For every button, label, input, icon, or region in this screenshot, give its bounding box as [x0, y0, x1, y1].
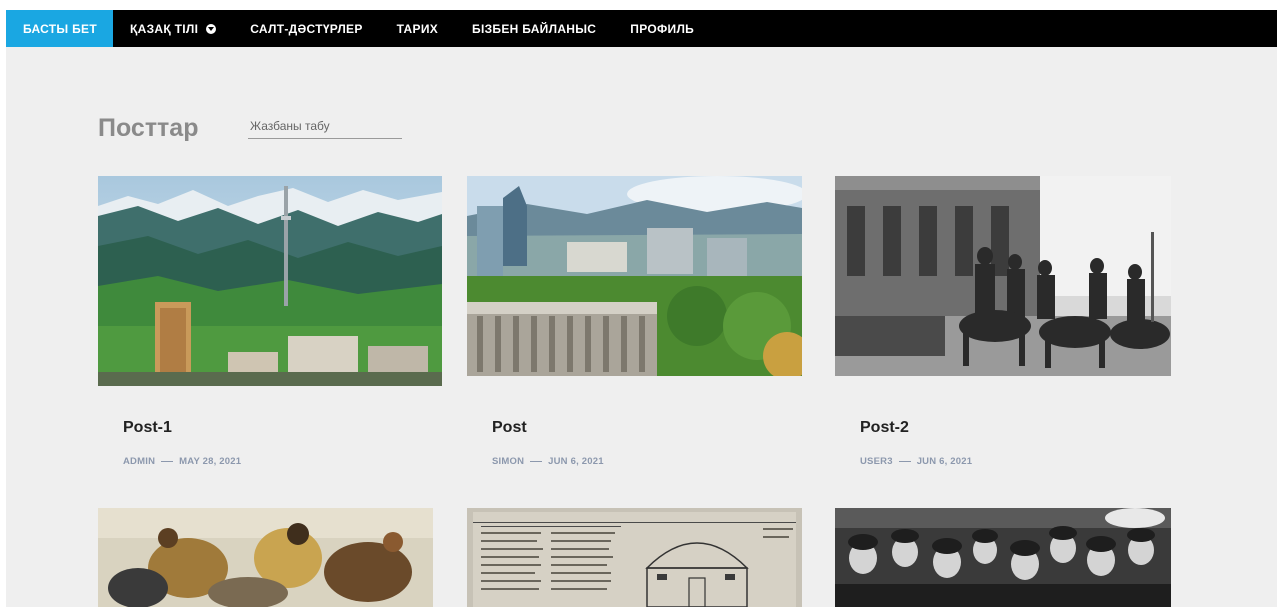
crowd-photo-image: [835, 508, 1171, 607]
post-title-3[interactable]: Post-2: [860, 419, 909, 437]
main-nav: БАСТЫ БЕТ ҚАЗАҚ ТІЛІ САЛТ-ДӘСТҮРЛЕР ТАРИ…: [6, 10, 1277, 47]
post-meta-2: SIMON JUN 6, 2021: [492, 456, 604, 467]
nav-item-contact[interactable]: БІЗБЕН БАЙЛАНЫС: [455, 10, 613, 47]
almaty-mountains-image: [98, 176, 442, 386]
nav-item-label: БАСТЫ БЕТ: [23, 21, 97, 36]
post-author[interactable]: SIMON: [492, 456, 524, 467]
page-frame: БАСТЫ БЕТ ҚАЗАҚ ТІЛІ САЛТ-ДӘСТҮРЛЕР ТАРИ…: [6, 10, 1277, 607]
meta-separator: [898, 460, 911, 462]
post-title-2[interactable]: Post: [492, 419, 527, 437]
nav-item-home[interactable]: БАСТЫ БЕТ: [6, 10, 113, 47]
battle-painting-image: [98, 508, 433, 607]
post-thumbnail-5[interactable]: [467, 508, 802, 607]
nav-item-history[interactable]: ТАРИХ: [380, 10, 455, 47]
post-date: MAY 28, 2021: [179, 456, 242, 467]
nav-item-label: ПРОФИЛЬ: [630, 21, 695, 36]
post-meta-3: USER3 JUN 6, 2021: [860, 456, 972, 467]
nav-item-label: БІЗБЕН БАЙЛАНЫС: [472, 21, 597, 36]
post-author[interactable]: USER3: [860, 456, 893, 467]
post-author[interactable]: ADMIN: [123, 456, 155, 467]
nav-item-label: ТАРИХ: [396, 21, 439, 36]
historic-cavalry-image: [835, 176, 1171, 376]
post-meta-1: ADMIN MAY 28, 2021: [123, 456, 241, 467]
post-thumbnail-3[interactable]: [835, 176, 1171, 376]
page-title: Посттар: [98, 114, 199, 142]
nav-item-traditions[interactable]: САЛТ-ДӘСТҮРЛЕР: [233, 10, 379, 47]
meta-separator: [161, 460, 174, 462]
post-date: JUN 6, 2021: [548, 456, 604, 467]
post-thumbnail-1[interactable]: [98, 176, 442, 386]
meta-separator: [530, 460, 543, 462]
post-thumbnail-2[interactable]: [467, 176, 802, 376]
nav-item-kazakh-language[interactable]: ҚАЗАҚ ТІЛІ: [113, 10, 233, 47]
post-thumbnail-6[interactable]: [835, 508, 1171, 607]
post-date: JUN 6, 2021: [916, 456, 973, 467]
post-title-1[interactable]: Post-1: [123, 419, 172, 437]
nav-item-label: ҚАЗАҚ ТІЛІ: [129, 21, 199, 36]
nav-item-label: САЛТ-ДӘСТҮРЛЕР: [250, 21, 363, 36]
old-newspaper-image: [467, 508, 802, 607]
search-input[interactable]: [248, 117, 402, 139]
chevron-down-circle-icon: [206, 23, 217, 34]
nav-item-profile[interactable]: ПРОФИЛЬ: [613, 10, 711, 47]
almaty-city-image: [467, 176, 802, 376]
post-thumbnail-4[interactable]: [98, 508, 433, 607]
